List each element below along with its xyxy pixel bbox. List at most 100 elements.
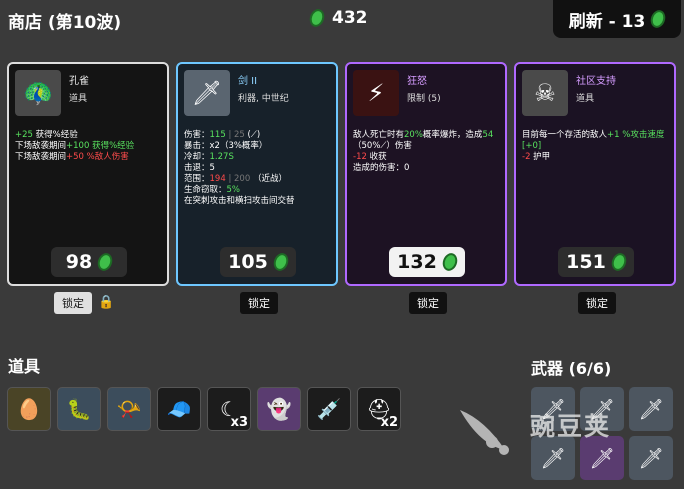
card-name: 社区支持 [576,76,616,87]
description-segment: 下场敌袭期间 [15,141,67,151]
description-segment: 冷却： [184,152,210,162]
buy-button[interactable]: 98 [51,247,127,277]
description-segment: +50 %敌人伤害 [66,152,129,162]
description-line: 冷却：1.27S [184,152,330,163]
description-line: （50%⟋）伤害 [353,141,499,152]
description-segment: 115 [209,130,226,140]
description-segment: 5% [226,185,241,195]
inventory-item[interactable]: 👻 [257,387,301,431]
description-line: 暴击：x2（3%概率） [184,141,330,152]
description-segment: 下场敌袭期间 [15,152,67,162]
description-segment: 护甲 [530,152,551,162]
lock-button[interactable]: 锁定 [409,292,447,314]
community-icon: ☠ [522,70,568,116]
description-segment: 击退：5 [184,163,215,173]
description-line: 伤害：115 | 25 (⟋) [184,130,330,141]
lock-button[interactable]: 锁定 [240,292,278,314]
material-icon [271,251,291,273]
description-segment: 生命窃取： [184,185,227,195]
shop-card[interactable]: ☠ 社区支持 道具 目前每一个存活的敌人+1 %攻击速度 [+0] -2 护甲 15… [514,62,676,286]
sword-icon: 🗡 [184,70,230,116]
description-segment: (⟋) [247,130,261,140]
description-segment: 伤害： [184,130,210,140]
description-segment: +100 获得%经验 [66,141,135,151]
description-line: 造成的伤害：0 [353,163,499,174]
ghost-icon: 👻 [266,397,292,421]
description-segment: 54 [482,130,494,140]
price-value: 132 [397,251,437,273]
material-icon [609,251,629,273]
description-segment: 获得%经验 [32,130,78,140]
lock-button[interactable]: 锁定 [578,292,616,314]
description-segment: 194 [209,174,226,184]
lock-button[interactable]: 锁定 [54,292,92,314]
card-type: 限制 (5) [407,94,441,104]
description-line: +25 获得%经验 [15,130,161,141]
buy-button[interactable]: 132 [389,247,465,277]
syringe-icon: 💉 [316,397,342,421]
materials-counter: 432 [307,7,368,29]
description-segment: 20% [404,130,423,140]
inventory-item[interactable]: ⛑ x2 [357,387,401,431]
peacock-icon: 🦚 [15,70,61,116]
inventory-item[interactable]: 💉 [307,387,351,431]
watermark-text: 豌豆荚 [530,412,612,441]
description-segment: +1 %攻击速度 [607,130,665,140]
description-segment: 目前每一个存活的敌人 [522,130,608,140]
material-icon [307,7,327,29]
description-segment: 1.27S [209,152,234,162]
shop-card[interactable]: ⚡ 狂怒 限制 (5) 敌人死亡时有20%概率爆炸，造成54 （50%⟋）伤害 -1… [345,62,507,286]
materials-value: 432 [332,8,368,28]
description-segment: 造成的伤害：0 [353,163,410,173]
description-segment: | 200 [225,174,253,184]
price-value: 98 [65,251,93,273]
inventory-item[interactable]: 🐛 [57,387,101,431]
description-line: -2 护甲 [522,152,668,163]
shop-card[interactable]: 🦚 孔雀 道具 +25 获得%经验 下场敌袭期间+100 获得%经验 下场敌袭期间+… [7,62,169,286]
description-segment: +25 [15,130,33,140]
shop-card[interactable]: 🗡 剑 II 利器, 中世纪 伤害：115 | 25 (⟋) 暴击：x2（3%概率… [176,62,338,286]
card-name: 狂怒 [407,76,427,87]
material-icon [648,8,668,30]
card-type: 道具 [576,94,595,104]
material-icon [95,251,115,273]
card-name: 剑 II [238,76,258,87]
card-type: 道具 [69,94,88,104]
description-segment: -12 [353,152,367,162]
items-section-title: 道具 [8,357,41,376]
inventory-item[interactable]: ☾ x3 [207,387,251,431]
inventory-item[interactable]: 📯 [107,387,151,431]
page-title: 商店 (第10波) [8,13,122,33]
description-segment: 敌人死亡时有 [353,130,405,140]
reroll-button[interactable]: 刷新 - 13 [553,0,681,38]
description-line: 击退：5 [184,163,330,174]
description-line: 敌人死亡时有20%概率爆炸，造成54 [353,130,499,141]
item-quantity: x2 [380,415,398,430]
padlock-icon: 🔒 [98,295,115,310]
description-line: 在突刺攻击和横扫攻击间交替 [184,196,330,207]
price-value: 105 [228,251,268,273]
price-value: 151 [566,251,606,273]
description-segment: 范围： [184,174,210,184]
buy-button[interactable]: 151 [558,247,634,277]
egg-icon: 🥚 [16,397,42,421]
worm-icon: 🐛 [66,397,92,421]
description-line: 下场敌袭期间+100 获得%经验 [15,141,161,152]
card-name: 孔雀 [69,76,89,87]
inventory-item[interactable]: 🧢 [157,387,201,431]
description-segment: 在突刺攻击和横扫攻击间交替 [184,196,295,206]
card-description: 目前每一个存活的敌人+1 %攻击速度 [+0] -2 护甲 [522,130,668,163]
weapons-section-title: 武器 (6/6) [531,359,612,378]
watermark: 豌豆荚 [450,385,650,465]
description-line: -12 收获 [353,152,499,163]
description-line: 范围：194 | 200 （近战） [184,174,330,185]
watermark-logo-icon [460,410,509,455]
description-segment: 暴击：x2（3%概率） [184,141,268,151]
card-description: 敌人死亡时有20%概率爆炸，造成54 （50%⟋）伤害 -12 收获 造成的伤害：0 [353,130,499,174]
description-line: 下场敌袭期间+50 %敌人伤害 [15,152,161,163]
material-icon [440,251,460,273]
card-description: +25 获得%经验 下场敌袭期间+100 获得%经验 下场敌袭期间+50 %敌人伤害 [15,130,161,163]
propeller-hat-icon: 🧢 [166,397,192,421]
inventory-item[interactable]: 🥚 [7,387,51,431]
buy-button[interactable]: 105 [220,247,296,277]
